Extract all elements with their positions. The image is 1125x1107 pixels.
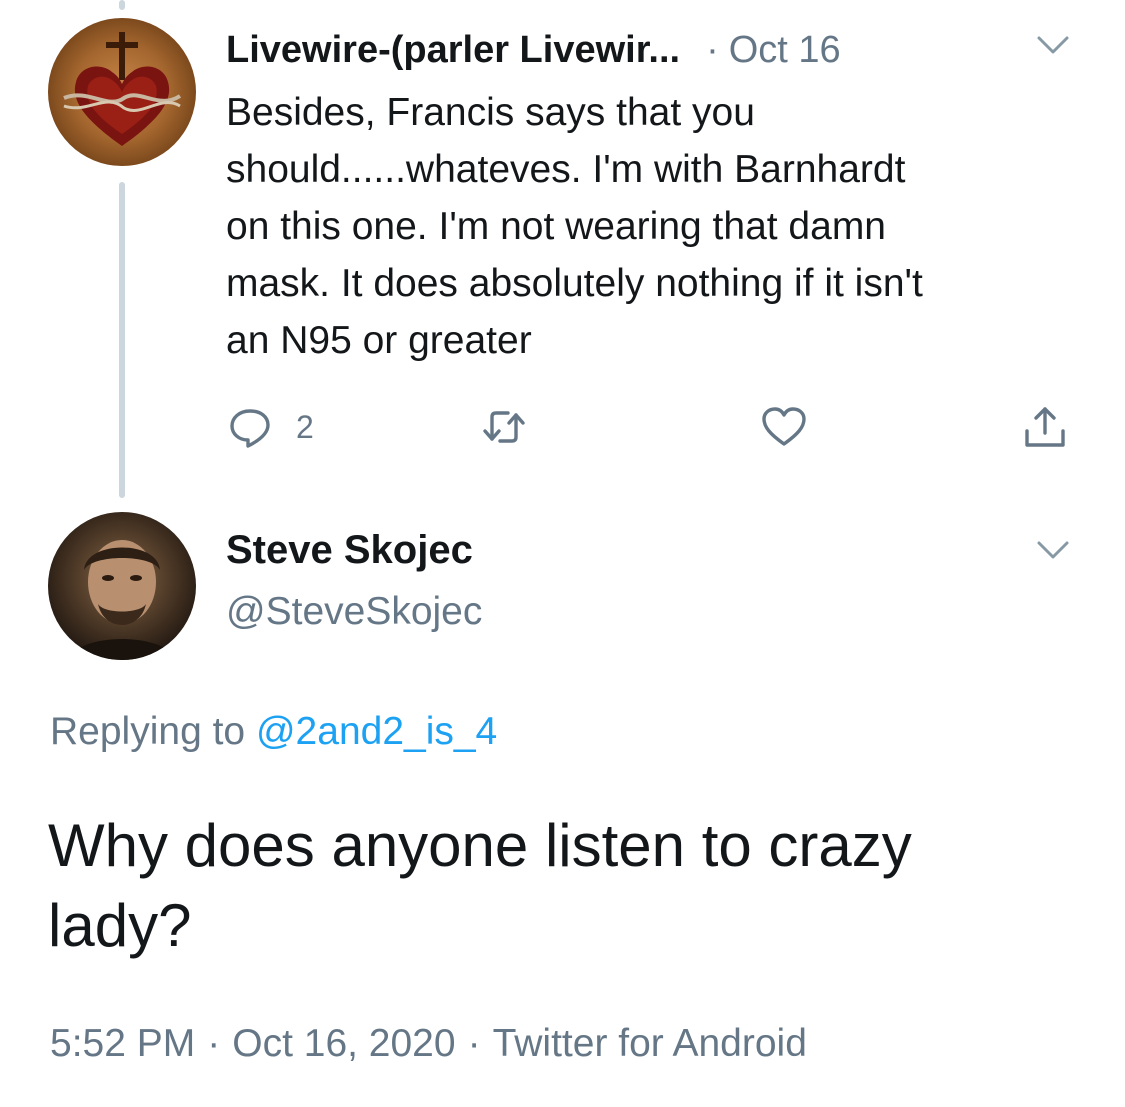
avatar[interactable] bbox=[48, 512, 196, 660]
reply-button[interactable]: 2 bbox=[226, 402, 314, 452]
heart-icon bbox=[762, 407, 806, 446]
avatar[interactable] bbox=[48, 18, 196, 166]
chevron-down-icon bbox=[1037, 541, 1069, 559]
tweet-actions: 2 bbox=[226, 402, 1086, 452]
tweet-client[interactable]: Twitter for Android bbox=[493, 1022, 807, 1065]
tweet-time: 5:52 PM bbox=[50, 1022, 196, 1065]
meta-separator: · bbox=[706, 28, 719, 71]
thread-line bbox=[119, 182, 125, 498]
more-options-button[interactable] bbox=[1035, 33, 1071, 57]
chevron-down-icon bbox=[1037, 36, 1069, 54]
retweet-button[interactable] bbox=[480, 402, 528, 452]
tweet-full-date: Oct 16, 2020 bbox=[232, 1022, 456, 1065]
tweet-header: Livewire-(parler Livewir... · Oct 16 bbox=[226, 22, 841, 78]
reply-count: 2 bbox=[296, 408, 314, 445]
author-handle[interactable]: @SteveSkojec bbox=[226, 590, 482, 634]
profile-portrait-image bbox=[68, 540, 176, 660]
tweet-text: Besides, Francis says that you should...… bbox=[226, 91, 923, 362]
share-icon bbox=[1025, 407, 1065, 447]
tweet-timestamp: 5:52 PM · Oct 16, 2020 · Twitter for Android bbox=[50, 1022, 807, 1066]
replying-handle-link[interactable]: @2and2_is_4 bbox=[256, 710, 497, 753]
main-tweet-text: Why does anyone listen to crazy lady? bbox=[48, 812, 912, 959]
timestamp-separator: · bbox=[207, 1022, 221, 1065]
author-display-name[interactable]: Steve Skojec bbox=[226, 528, 473, 573]
thread-line bbox=[119, 0, 125, 10]
retweet-icon bbox=[483, 411, 525, 443]
share-button[interactable] bbox=[1021, 402, 1069, 452]
like-button[interactable] bbox=[760, 402, 808, 452]
tweet-date[interactable]: Oct 16 bbox=[729, 29, 841, 72]
more-options-button[interactable] bbox=[1035, 538, 1071, 562]
display-name[interactable]: Livewire-(parler Livewir... bbox=[226, 29, 680, 72]
timestamp-separator: · bbox=[467, 1022, 481, 1065]
reply-icon bbox=[230, 409, 270, 448]
sacred-heart-image bbox=[63, 32, 182, 146]
replying-to: Replying to @2and2_is_4 bbox=[50, 710, 497, 754]
replying-label: Replying to bbox=[50, 710, 246, 753]
